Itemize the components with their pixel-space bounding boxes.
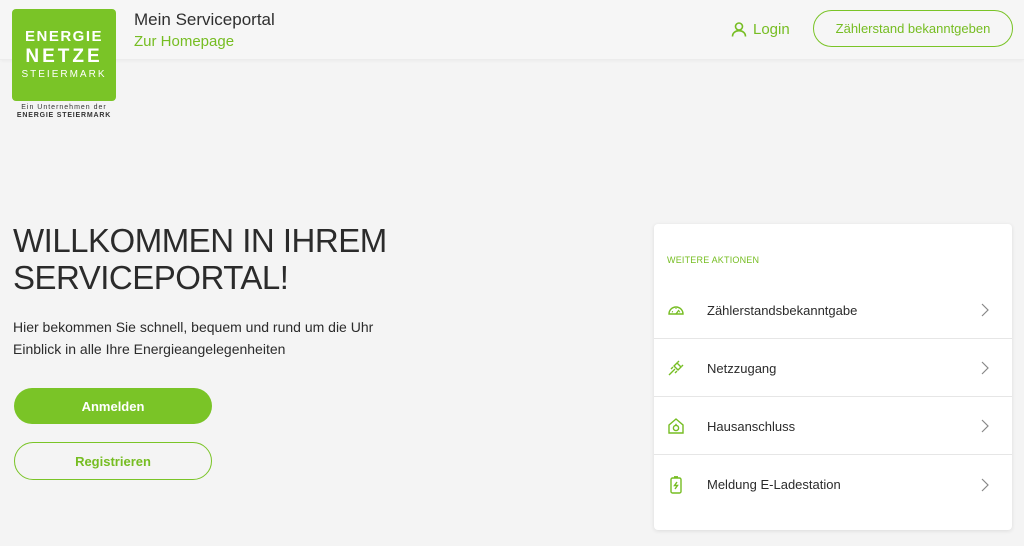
- portal-title: Mein Serviceportal: [134, 10, 275, 29]
- meter-reading-button[interactable]: Zählerstand bekanntgeben: [813, 10, 1013, 47]
- logo-text-steiermark: STEIERMARK: [21, 69, 107, 80]
- action-label: Zählerstandsbekanntgabe: [707, 302, 858, 318]
- action-charging-station[interactable]: Meldung E-Ladestation: [654, 456, 1012, 513]
- energie-netze-logo[interactable]: ENERGIE NETZE STEIERMARK: [12, 9, 116, 101]
- action-label: Meldung E-Ladestation: [707, 477, 841, 492]
- plug-icon: [668, 360, 684, 376]
- logo-text-energie: ENERGIE: [24, 28, 103, 45]
- intro-text: Hier bekommen Sie schnell, bequem und ru…: [13, 316, 413, 360]
- action-house-connection[interactable]: Hausanschluss: [654, 398, 1012, 455]
- further-actions-card: WEITERE AKTIONEN Zählerstandsbekanntgabe…: [654, 224, 1012, 530]
- chevron-right-icon: [981, 419, 989, 433]
- logo-text-netze: NETZE: [25, 46, 103, 67]
- welcome-heading-line2: SERVICEPORTAL!: [13, 259, 289, 296]
- action-label: Hausanschluss: [707, 418, 796, 434]
- homepage-link[interactable]: Zur Homepage: [134, 33, 234, 50]
- register-button[interactable]: Registrieren: [14, 442, 212, 480]
- gauge-icon: [668, 306, 684, 315]
- chevron-right-icon: [981, 361, 989, 375]
- logo-subtitle-line1: Ein Unternehmen der: [21, 104, 107, 111]
- further-actions-title: WEITERE AKTIONEN: [667, 255, 760, 265]
- login-label: Login: [753, 20, 790, 38]
- chevron-right-icon: [981, 303, 989, 317]
- house-connection-icon: [668, 418, 684, 434]
- login-link[interactable]: Login: [731, 19, 790, 39]
- action-grid-access[interactable]: Netzzugang: [654, 340, 1012, 397]
- intro-text-line1: Hier bekommen Sie schnell, bequem und ru…: [13, 319, 374, 335]
- user-icon: [731, 22, 747, 37]
- login-button[interactable]: Anmelden: [14, 388, 212, 424]
- action-meter-reading[interactable]: Zählerstandsbekanntgabe: [654, 282, 1012, 339]
- charging-station-icon: [670, 475, 682, 494]
- logo-subtitle: Ein Unternehmen der ENERGIE STEIERMARK: [12, 104, 116, 120]
- welcome-heading-line1: WILLKOMMEN IN IHREM: [13, 222, 387, 259]
- welcome-heading: WILLKOMMEN IN IHREM SERVICEPORTAL!: [13, 222, 433, 296]
- intro-text-line2: Einblick in alle Ihre Energieangelegenhe…: [13, 341, 286, 357]
- action-label: Netzzugang: [707, 360, 777, 376]
- chevron-right-icon: [981, 478, 989, 491]
- logo-subtitle-line2: ENERGIE STEIERMARK: [16, 112, 112, 119]
